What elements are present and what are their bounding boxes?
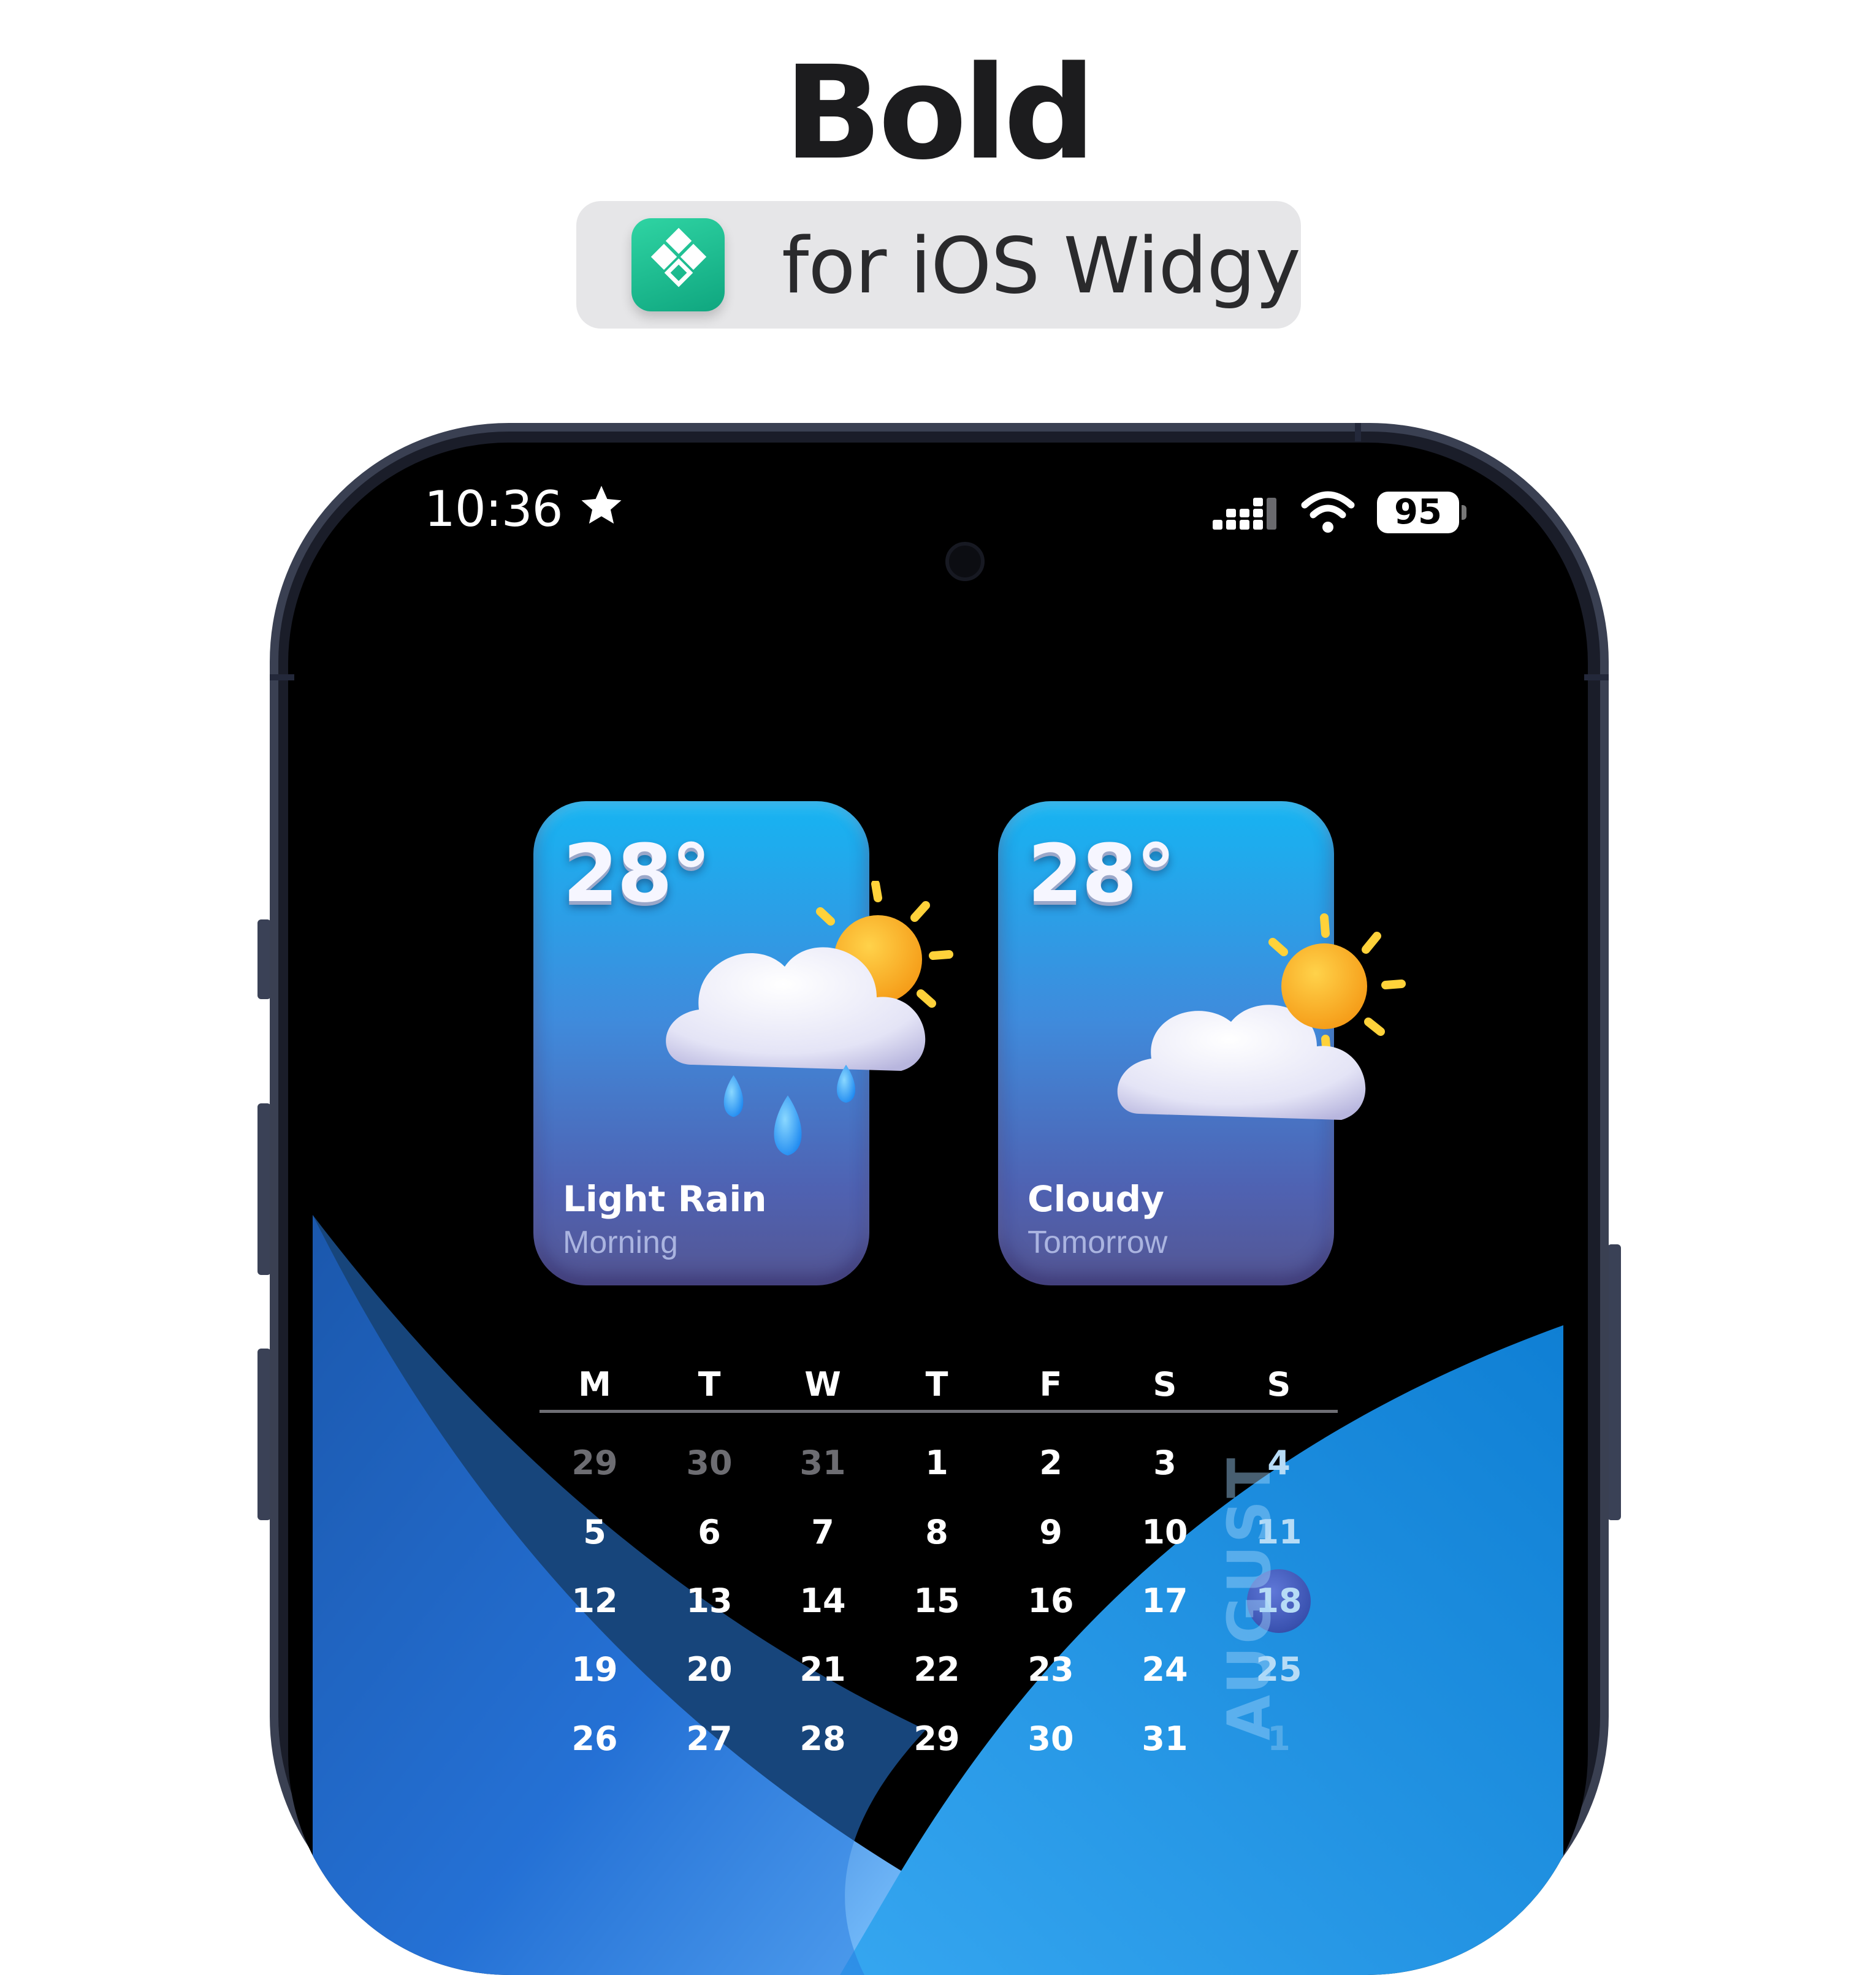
promo-title: Bold [784, 38, 1096, 188]
antenna-band [270, 674, 294, 680]
calendar-day[interactable]: 7 [780, 1508, 866, 1557]
volume-up-button [257, 1103, 271, 1275]
widget-period: Tomorrow [1028, 1225, 1168, 1260]
calendar-divider [540, 1410, 1338, 1413]
calendar-day[interactable]: 19 [552, 1645, 638, 1694]
calendar-day[interactable]: 16 [1008, 1577, 1094, 1626]
calendar-day[interactable]: 8 [894, 1508, 980, 1557]
battery-tip [1462, 505, 1466, 520]
calendar-day[interactable]: 1 [894, 1439, 980, 1488]
calendar-day[interactable]: 6 [666, 1508, 752, 1557]
calendar-day[interactable]: 9 [1008, 1508, 1094, 1557]
calendar-day[interactable]: 15 [894, 1577, 980, 1626]
widget-temperature: 28° [1028, 827, 1176, 920]
month-label: AUGUST [1215, 1455, 1284, 1741]
weekday-label: S [1153, 1365, 1177, 1404]
wifi-icon [1301, 491, 1355, 533]
weekday-label: F [1039, 1365, 1062, 1404]
star-icon [581, 485, 622, 524]
calendar-day[interactable]: 30 [666, 1439, 752, 1488]
weekday-label: T [698, 1365, 721, 1404]
calendar-day[interactable]: 2 [1008, 1439, 1094, 1488]
calendar-day[interactable]: 30 [1008, 1714, 1094, 1764]
antenna-band [1355, 423, 1361, 441]
calendar-day[interactable]: 22 [894, 1645, 980, 1694]
battery-indicator: 95 [1377, 492, 1459, 533]
weather-widget-morning[interactable]: 28° Light Rain Morning [533, 801, 953, 1285]
calendar-day[interactable]: 27 [666, 1714, 752, 1764]
weekday-label: S [1267, 1365, 1291, 1404]
calendar-day[interactable]: 28 [780, 1714, 866, 1764]
calendar-day[interactable]: 21 [780, 1645, 866, 1694]
widget-condition: Cloudy [1028, 1178, 1164, 1220]
cellular-signal-icon [1213, 498, 1276, 530]
weekday-label: T [925, 1365, 948, 1404]
power-button [1607, 1244, 1621, 1520]
status-time: 10:36 [424, 481, 563, 538]
calendar-day[interactable]: 31 [1122, 1714, 1208, 1764]
widget-condition: Light Rain [563, 1178, 767, 1220]
weather-widget-tomorrow[interactable]: 28° Cloudy Tomorrow [998, 801, 1406, 1285]
calendar-day[interactable]: 23 [1008, 1645, 1094, 1694]
calendar-day[interactable]: 26 [552, 1714, 638, 1764]
phone-screen: 10:36 95 28° Light Rain Morning 28° Clou… [288, 443, 1588, 1975]
app-badge: for iOS Widgy [576, 201, 1301, 329]
rain-cloud-sun-icon [666, 881, 953, 1155]
calendar-day[interactable]: 13 [666, 1577, 752, 1626]
widget-period: Morning [563, 1225, 678, 1260]
weekday-label: M [578, 1365, 611, 1404]
volume-down-button [257, 1349, 271, 1520]
calendar-day[interactable]: 3 [1122, 1439, 1208, 1488]
calendar-day[interactable]: 29 [552, 1439, 638, 1488]
antenna-band [1584, 674, 1609, 680]
promo-subtitle: for iOS Widgy [782, 221, 1301, 311]
calendar-day[interactable]: 24 [1122, 1645, 1208, 1694]
weekday-label: W [804, 1365, 841, 1404]
calendar-day[interactable]: 31 [780, 1439, 866, 1488]
front-camera [945, 542, 985, 581]
calendar-day[interactable]: 10 [1122, 1508, 1208, 1557]
widgy-app-icon [631, 218, 725, 311]
calendar-day[interactable]: 29 [894, 1714, 980, 1764]
calendar-day[interactable]: 14 [780, 1577, 866, 1626]
cloud-sun-icon [1117, 913, 1406, 1120]
calendar-day[interactable]: 12 [552, 1577, 638, 1626]
calendar-day[interactable]: 5 [552, 1508, 638, 1557]
calendar-day[interactable]: 17 [1122, 1577, 1208, 1626]
calendar-day[interactable]: 20 [666, 1645, 752, 1694]
action-button [257, 919, 271, 999]
